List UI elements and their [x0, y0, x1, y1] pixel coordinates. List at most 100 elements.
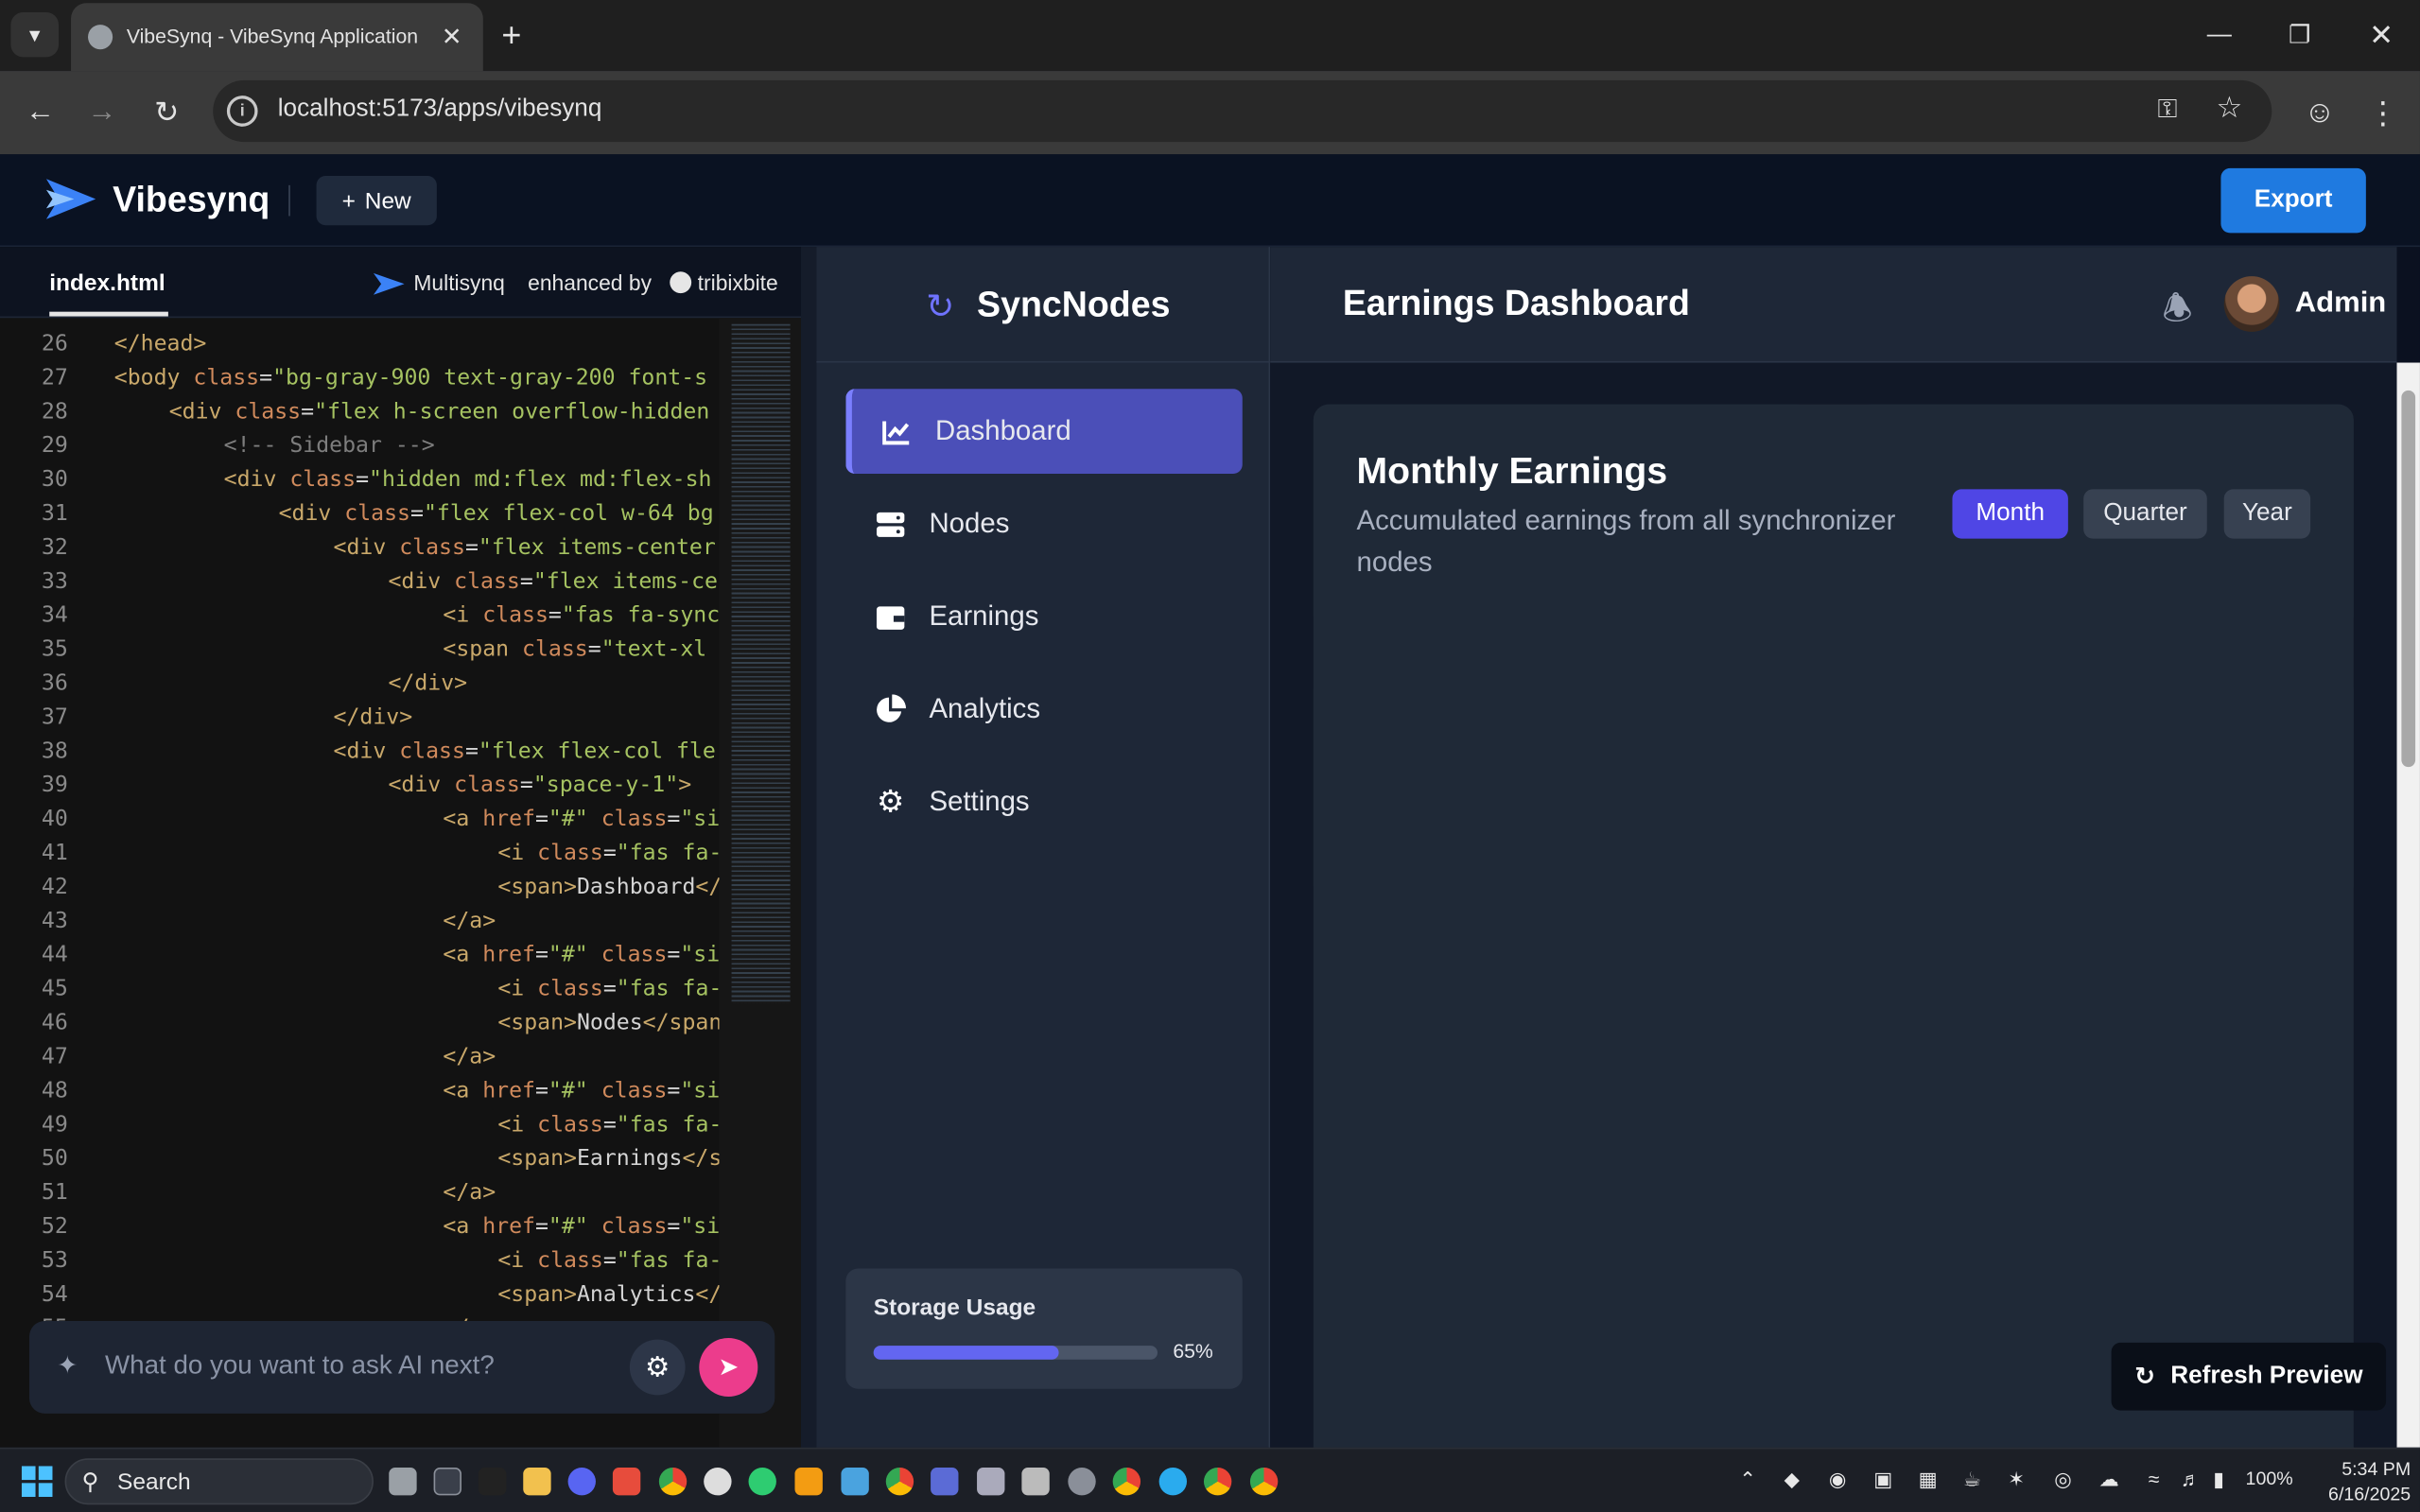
line-number: 35 [41, 637, 68, 663]
tab-search-button[interactable]: ▼ [10, 12, 60, 58]
forward-button[interactable]: → [80, 91, 124, 134]
new-tab-button[interactable]: + [501, 15, 521, 55]
browser-tab[interactable]: VibeSynq - VibeSynq Application ✕ [71, 3, 483, 72]
chrome-icon[interactable] [1203, 1468, 1232, 1496]
server-icon [874, 510, 908, 537]
slack-icon[interactable]: ✶ [2008, 1468, 2025, 1492]
user-name[interactable]: Admin [2295, 287, 2386, 322]
preview-scrollbar[interactable] [2396, 362, 2420, 1448]
period-quarter-button[interactable]: Quarter [2083, 489, 2207, 539]
sidebar-item-dashboard[interactable]: Dashboard [845, 389, 1243, 475]
sidebar-item-analytics[interactable]: Analytics [845, 667, 1242, 752]
avatar[interactable] [2223, 276, 2280, 332]
terminal-icon[interactable] [433, 1468, 461, 1496]
tray-icon[interactable]: ▦ [1919, 1468, 1938, 1492]
multisynq-link[interactable]: Multisynq [413, 270, 505, 295]
code-text: <span>Earnings</s [497, 1142, 719, 1176]
site-info-icon[interactable]: i [226, 96, 258, 127]
app-icon[interactable] [478, 1468, 507, 1496]
code-token: "hidden md:flex md:flex-sh [369, 467, 712, 493]
profile-icon[interactable]: ☺ [2298, 91, 2342, 134]
active-tab-underline [49, 311, 168, 317]
ai-prompt-input[interactable]: What do you want to ask AI next? [105, 1350, 495, 1382]
code-token: <i [497, 1112, 538, 1138]
code-text: <span>Dashboard</ [497, 870, 719, 904]
reload-button[interactable]: ↻ [145, 91, 188, 134]
refresh-preview-button[interactable]: ↻ Refresh Preview [2111, 1342, 2387, 1411]
period-year-button[interactable]: Year [2223, 489, 2311, 539]
close-tab-icon[interactable]: ✕ [442, 22, 462, 53]
code-text: <i class="fas fa- [497, 837, 719, 871]
code-token: "fas fa- [616, 977, 720, 1002]
code-text: <i class="fas fa- [497, 1108, 719, 1142]
tray-icon[interactable]: ▣ [1873, 1468, 1892, 1492]
close-window-button[interactable]: ✕ [2359, 15, 2403, 55]
sidebar-item-earnings[interactable]: Earnings [845, 574, 1242, 659]
address-bar[interactable]: i localhost:5173/apps/vibesynq ⚿ ☆ [213, 79, 2272, 143]
menu-kebab-icon[interactable]: ⋮ [2361, 91, 2405, 134]
chrome-icon[interactable] [658, 1468, 688, 1496]
code-minimap[interactable] [719, 318, 803, 1448]
code-area[interactable]: 26 </head> 27 <body class="bg-gray-900 text… [0, 318, 720, 1448]
panel-splitter[interactable] [801, 247, 817, 1448]
restore-button[interactable]: ❐ [2278, 15, 2322, 55]
bell-icon[interactable]: 🕭 [2162, 283, 2192, 341]
tray-icon[interactable]: ◉ [1829, 1468, 1847, 1492]
discord-icon[interactable] [567, 1468, 596, 1496]
chevron-up-icon[interactable]: ⌃ [1739, 1468, 1756, 1492]
onedrive-icon[interactable]: ☁ [2099, 1468, 2119, 1492]
header-divider [288, 184, 290, 217]
tribixbite-link[interactable]: tribixbite [698, 270, 778, 295]
telegram-icon[interactable] [1158, 1468, 1188, 1496]
app-icon[interactable] [748, 1468, 776, 1496]
windows-taskbar: ⚲ Search ⌃ ◆ ◉ ▣ ▦ ☕ ✶ ◎ ☁ ≈ ♬ ▮ 100% 5:… [0, 1447, 2420, 1512]
sidebar-item-settings[interactable]: ⚙ Settings [845, 759, 1242, 844]
wifi-icon[interactable]: ≈ [2149, 1468, 2160, 1490]
calculator-icon[interactable] [977, 1468, 1005, 1496]
code-token: = [602, 841, 617, 866]
minimize-button[interactable]: — [2198, 15, 2241, 55]
clock[interactable]: 5:34 PM 6/16/2025 [2303, 1457, 2411, 1506]
app-icon[interactable] [704, 1468, 732, 1496]
code-text: <i class="fas fa-sync [443, 599, 719, 633]
export-button[interactable]: Export [2220, 167, 2366, 234]
taskbar-search[interactable]: ⚲ Search [64, 1458, 374, 1505]
code-token: <i [443, 603, 483, 629]
storage-progress-fill [873, 1346, 1058, 1360]
back-button[interactable]: ← [19, 91, 62, 134]
new-button[interactable]: + New [316, 176, 437, 226]
sidebar-item-nodes[interactable]: Nodes [845, 481, 1242, 566]
multisynq-logo-icon [373, 272, 405, 295]
gear-icon: ⚙ [645, 1350, 670, 1382]
favicon-icon [88, 25, 113, 50]
windows-start-icon[interactable] [21, 1466, 53, 1498]
chrome-icon[interactable] [885, 1468, 914, 1496]
volume-icon[interactable]: ♬ [2181, 1468, 2201, 1490]
dropbox-icon[interactable]: ◆ [1785, 1468, 1800, 1492]
code-token: "fas fa- [616, 1112, 720, 1138]
app-icon[interactable] [931, 1468, 959, 1496]
chrome-icon[interactable] [1112, 1468, 1141, 1496]
ai-settings-button[interactable]: ⚙ [629, 1339, 686, 1396]
code-token: = [464, 739, 479, 764]
line-number: 30 [41, 467, 68, 493]
task-view-icon[interactable] [389, 1468, 417, 1496]
send-button[interactable]: ➤ [699, 1337, 758, 1397]
period-month-button[interactable]: Month [1952, 489, 2068, 539]
bookmark-star-icon[interactable]: ☆ [2217, 91, 2243, 127]
battery-icon[interactable]: ▮ [2213, 1468, 2224, 1492]
password-key-icon[interactable]: ⚿ [2158, 95, 2178, 126]
calendar-icon[interactable] [612, 1468, 641, 1496]
app-icon[interactable] [794, 1468, 823, 1496]
scrollbar-thumb[interactable] [2401, 390, 2416, 768]
chrome-icon[interactable] [1249, 1468, 1279, 1496]
tray-icon[interactable]: ☕ [1963, 1468, 1981, 1492]
notes-icon[interactable] [841, 1468, 869, 1496]
code-token: = [667, 1214, 681, 1240]
app-icon[interactable] [1021, 1468, 1050, 1496]
settings-icon[interactable] [1068, 1468, 1096, 1496]
file-explorer-icon[interactable] [523, 1468, 551, 1496]
file-tab-index-html[interactable]: index.html [49, 270, 165, 297]
chrome-tray-icon[interactable]: ◎ [2054, 1468, 2072, 1492]
line-number: 43 [41, 909, 68, 934]
